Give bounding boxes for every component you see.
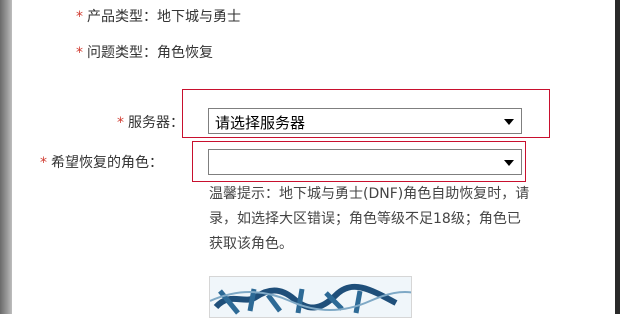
- role-label-row: * 希望恢复的角色：: [40, 152, 163, 172]
- required-mark: *: [76, 45, 83, 61]
- role-highlight-box: [192, 141, 526, 182]
- product-type-row: * 产品类型：地下城与勇士: [76, 6, 241, 26]
- server-label: 服务器：: [128, 115, 184, 131]
- tips-line: 录，如选择大区错误；角色等级不足18级；角色已: [209, 211, 521, 227]
- tips-line: 获取该角色。: [209, 236, 293, 252]
- tips-line: 温馨提示：地下城与勇士(DNF)角色自助恢复时，请: [209, 186, 530, 202]
- required-mark: *: [117, 115, 124, 131]
- required-mark: *: [40, 155, 47, 171]
- server-highlight-box: [182, 89, 550, 138]
- captcha-graphic: [210, 283, 411, 315]
- product-type-label: 产品类型：: [87, 9, 157, 25]
- issue-type-row: * 问题类型：角色恢复: [76, 42, 213, 62]
- issue-type-label: 问题类型：: [87, 45, 157, 61]
- captcha-image[interactable]: [209, 276, 412, 318]
- tips-text: 温馨提示：地下城与勇士(DNF)角色自助恢复时，请 录，如选择大区错误；角色等级…: [209, 182, 620, 257]
- server-label-row: * 服务器：: [117, 112, 184, 132]
- issue-type-value: 角色恢复: [157, 45, 213, 61]
- product-type-value: 地下城与勇士: [157, 9, 241, 25]
- required-mark: *: [76, 9, 83, 25]
- window-left-edge: [0, 0, 12, 314]
- window-right-edge: [615, 0, 620, 314]
- role-label: 希望恢复的角色：: [51, 155, 163, 171]
